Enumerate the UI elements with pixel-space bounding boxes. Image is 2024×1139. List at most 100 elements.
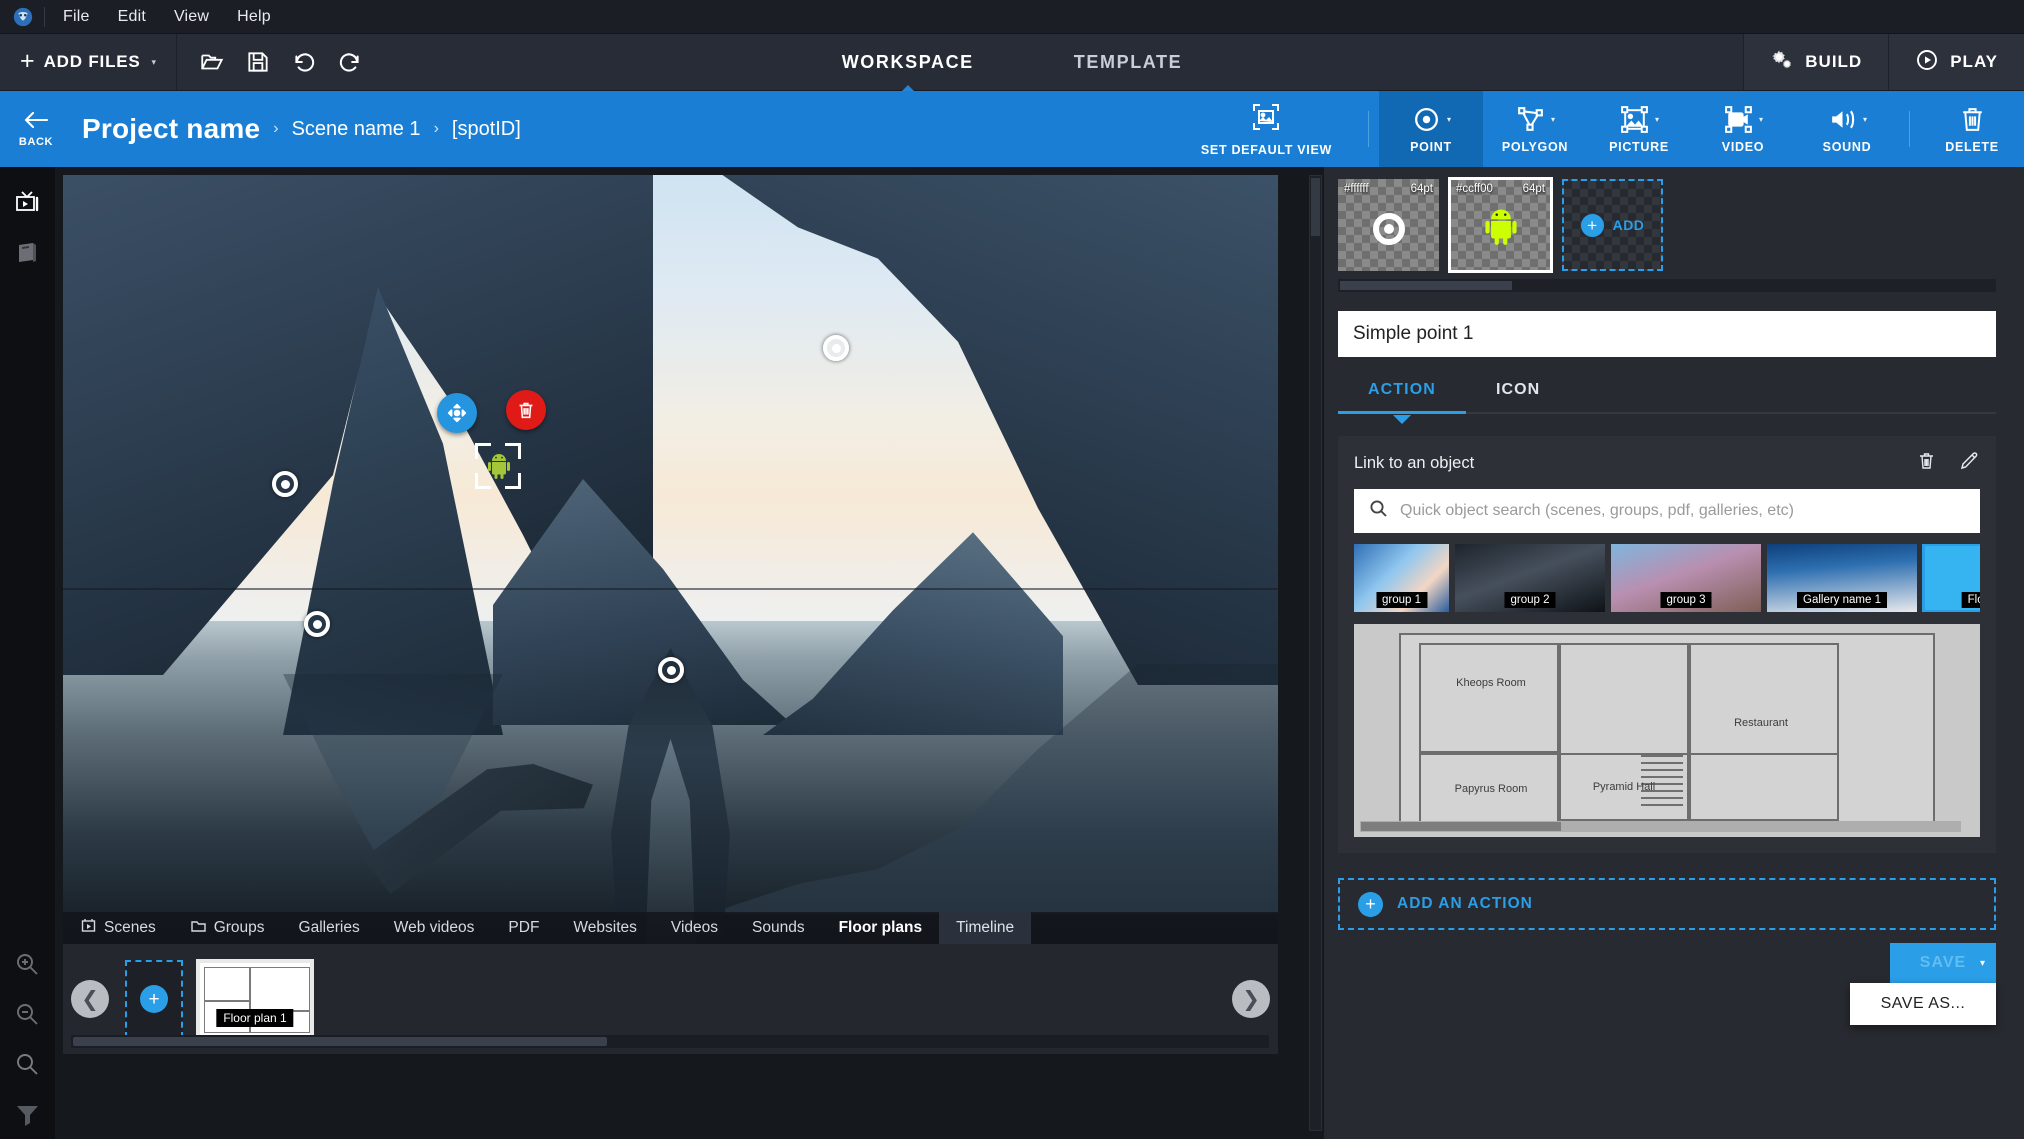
- build-button[interactable]: BUILD: [1743, 34, 1889, 90]
- android-icon: [488, 454, 510, 479]
- tab-template[interactable]: TEMPLATE: [1070, 46, 1186, 79]
- save-disk-icon[interactable]: [237, 41, 279, 83]
- zoom-out-icon[interactable]: [4, 989, 52, 1039]
- delete-handle-button[interactable]: [506, 390, 546, 430]
- menu-view[interactable]: View: [160, 3, 223, 31]
- pencil-icon[interactable]: [1959, 450, 1980, 476]
- workspace-center: Scenes Groups Galleries Web videos PDF W…: [55, 167, 1307, 1139]
- redo-icon[interactable]: [329, 41, 371, 83]
- object-search-input[interactable]: [1400, 502, 1965, 520]
- menu-divider: [44, 6, 45, 27]
- vp-tab-sounds[interactable]: Sounds: [735, 912, 822, 944]
- menu-edit[interactable]: Edit: [104, 3, 160, 31]
- hotspot-point-1[interactable]: [823, 335, 849, 361]
- icon-strip-scrollbar[interactable]: [1338, 279, 1996, 292]
- plan-preview-scrollbar[interactable]: [1360, 821, 1961, 832]
- workspace-vertical-scrollbar[interactable]: [1307, 167, 1324, 1139]
- scrollbar-thumb[interactable]: [1311, 178, 1320, 236]
- main-toolbar: + ADD FILES ▾ WORKSPACE TEMPLATE BUILD P…: [0, 34, 2024, 91]
- scene-preview-icon[interactable]: [4, 177, 52, 227]
- build-label: BUILD: [1805, 52, 1863, 71]
- hotspot-name-input[interactable]: [1338, 311, 1996, 357]
- ring-point-icon: [1372, 213, 1405, 245]
- icon-tile-size: 64pt: [1522, 183, 1545, 195]
- vp-tab-galleries[interactable]: Galleries: [282, 912, 377, 944]
- icon-tile-add-button[interactable]: + ADD: [1562, 179, 1663, 271]
- vp-tab-timeline[interactable]: Timeline: [939, 912, 1032, 944]
- breadcrumb-project[interactable]: Project name: [82, 113, 260, 145]
- vp-tab-groups[interactable]: Groups: [173, 912, 282, 944]
- filmstrip-prev-button[interactable]: ❮: [71, 980, 109, 1018]
- menu-help[interactable]: Help: [223, 3, 285, 31]
- app-logo-icon: [6, 0, 40, 34]
- app-body: Scenes Groups Galleries Web videos PDF W…: [0, 167, 2024, 1139]
- play-circle-icon: [1915, 48, 1939, 77]
- tab-icon[interactable]: ICON: [1466, 368, 1570, 412]
- set-default-view-button[interactable]: SET DEFAULT VIEW: [1175, 91, 1358, 167]
- tool-sound[interactable]: ▾ SOUND: [1795, 91, 1899, 167]
- save-button[interactable]: SAVE ▾: [1890, 943, 1996, 983]
- object-thumb-group-2[interactable]: group 2: [1455, 544, 1605, 612]
- play-button[interactable]: PLAY: [1888, 34, 2024, 90]
- tool-polygon[interactable]: ▾ POLYGON: [1483, 91, 1587, 167]
- scrollbar-thumb[interactable]: [1340, 281, 1512, 290]
- delete-button[interactable]: DELETE: [1920, 91, 2024, 167]
- filmstrip-item-floor-plan-1[interactable]: Floor plan 1: [196, 959, 314, 1039]
- default-view-icon: [1251, 102, 1281, 137]
- add-an-action-button[interactable]: + ADD AN ACTION: [1338, 878, 1996, 930]
- library-book-icon[interactable]: [4, 227, 52, 277]
- hotspot-point-4[interactable]: [304, 611, 330, 637]
- vp-tab-scenes[interactable]: Scenes: [63, 912, 173, 944]
- open-folder-icon[interactable]: [191, 41, 233, 83]
- breadcrumb-separator: ›: [273, 120, 279, 137]
- vp-tab-websites[interactable]: Websites: [556, 912, 653, 944]
- linked-object-list: group 1 group 2 group 3 Gallery name 1 F…: [1354, 544, 1980, 612]
- menu-file[interactable]: File: [49, 3, 104, 31]
- vp-tab-pdf[interactable]: PDF: [491, 912, 556, 944]
- panorama-viewport[interactable]: Scenes Groups Galleries Web videos PDF W…: [63, 175, 1278, 944]
- selected-android-hotspot[interactable]: [475, 443, 521, 489]
- move-handle-button[interactable]: [437, 393, 477, 433]
- breadcrumb-scene[interactable]: Scene name 1: [292, 118, 421, 141]
- object-thumb-gallery-1[interactable]: Gallery name 1: [1767, 544, 1917, 612]
- back-button[interactable]: BACK: [0, 91, 72, 167]
- scrollbar-thumb[interactable]: [73, 1037, 607, 1046]
- vp-tab-videos[interactable]: Videos: [654, 912, 735, 944]
- tool-video[interactable]: ▾ VIDEO: [1691, 91, 1795, 167]
- tab-workspace[interactable]: WORKSPACE: [838, 46, 978, 79]
- vp-tab-web-videos[interactable]: Web videos: [377, 912, 492, 944]
- filmstrip-scrollbar[interactable]: [71, 1035, 1269, 1048]
- plus-icon: +: [1358, 891, 1383, 917]
- icon-tile-android[interactable]: #ccff00 64pt: [1448, 177, 1553, 273]
- save-as-menu-item[interactable]: SAVE AS...: [1850, 983, 1996, 1025]
- chevron-down-icon: ▾: [1550, 115, 1555, 124]
- object-thumb-group-3[interactable]: group 3: [1611, 544, 1761, 612]
- tab-action[interactable]: ACTION: [1338, 368, 1466, 414]
- filter-icon[interactable]: [4, 1089, 52, 1139]
- vp-tab-label: Groups: [213, 919, 265, 936]
- zoom-in-icon[interactable]: [4, 939, 52, 989]
- card-title: Link to an object: [1354, 453, 1475, 472]
- floor-plan-preview[interactable]: Kheops Room Restaurant Papyrus Room Pyra…: [1354, 624, 1980, 837]
- plus-icon: +: [20, 46, 35, 75]
- chevron-down-icon: ▾: [1758, 115, 1763, 124]
- filmstrip-add-button[interactable]: +: [125, 960, 183, 1038]
- object-thumb-floor-plan-1[interactable]: Floor plan 1: [1922, 544, 1980, 612]
- hotspot-point-2[interactable]: [272, 471, 298, 497]
- tool-point[interactable]: ▾ POINT: [1379, 91, 1483, 167]
- tool-polygon-label: POLYGON: [1501, 140, 1569, 154]
- zoom-reset-icon[interactable]: [4, 1039, 52, 1089]
- add-files-button[interactable]: + ADD FILES ▾: [0, 34, 178, 90]
- object-search-row[interactable]: [1354, 489, 1980, 533]
- filmstrip-next-button[interactable]: ❯: [1232, 980, 1270, 1018]
- trash-icon[interactable]: [1916, 450, 1937, 476]
- tool-picture[interactable]: ▾ PICTURE: [1587, 91, 1691, 167]
- add-files-label: ADD FILES: [43, 52, 141, 71]
- object-thumb-group-1[interactable]: group 1: [1354, 544, 1449, 612]
- icon-tile-white[interactable]: #ffffff 64pt: [1338, 179, 1439, 271]
- scrollbar-thumb[interactable]: [1361, 822, 1561, 831]
- scrollbar-track[interactable]: [1309, 175, 1322, 1131]
- vp-tab-floor-plans[interactable]: Floor plans: [822, 912, 940, 944]
- hotspot-point-3[interactable]: [658, 657, 684, 683]
- undo-icon[interactable]: [283, 41, 325, 83]
